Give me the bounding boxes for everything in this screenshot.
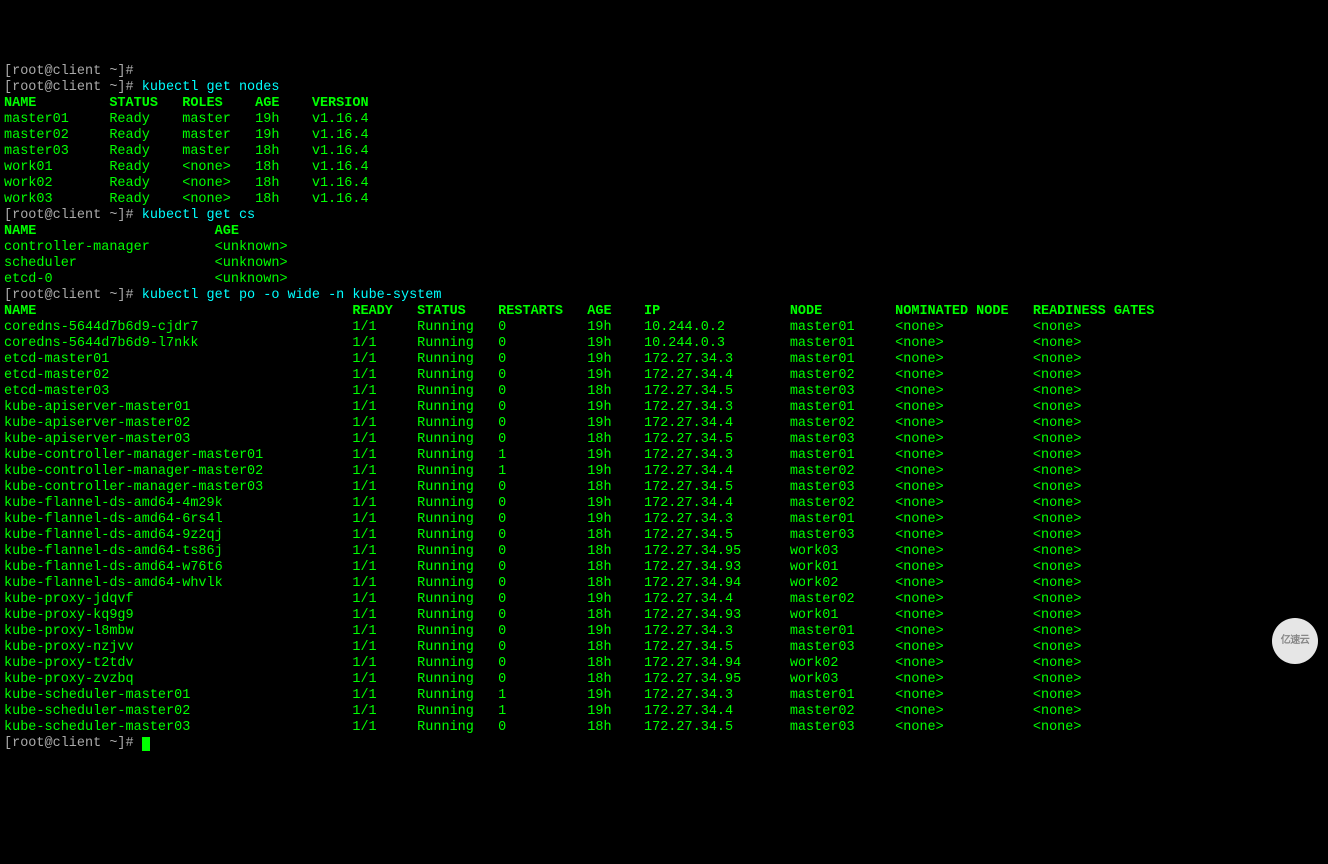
node-row: work02 Ready <none> 18h v1.16.4 <box>4 176 369 191</box>
node-row: master03 Ready master 18h v1.16.4 <box>4 144 369 159</box>
prompt: [root@client ~]# <box>4 736 142 751</box>
pod-row: etcd-master03 1/1 Running 0 18h 172.27.3… <box>4 384 1081 399</box>
pod-row: kube-scheduler-master02 1/1 Running 1 19… <box>4 704 1081 719</box>
terminal-output[interactable]: [root@client ~]# [root@client ~]# kubect… <box>4 64 1324 752</box>
pod-row: kube-proxy-kq9g9 1/1 Running 0 18h 172.2… <box>4 608 1081 623</box>
cs-header: NAME AGE <box>4 224 239 239</box>
pod-row: kube-apiserver-master03 1/1 Running 0 18… <box>4 432 1081 447</box>
pod-row: kube-proxy-l8mbw 1/1 Running 0 19h 172.2… <box>4 624 1081 639</box>
node-row: work01 Ready <none> 18h v1.16.4 <box>4 160 369 175</box>
pod-row: etcd-master01 1/1 Running 0 19h 172.27.3… <box>4 352 1081 367</box>
pod-row: coredns-5644d7b6d9-l7nkk 1/1 Running 0 1… <box>4 336 1081 351</box>
command-get-pods: kubectl get po -o wide -n kube-system <box>142 288 442 303</box>
cursor <box>142 737 150 751</box>
node-row: work03 Ready <none> 18h v1.16.4 <box>4 192 369 207</box>
pod-row: kube-flannel-ds-amd64-6rs4l 1/1 Running … <box>4 512 1081 527</box>
command-get-cs: kubectl get cs <box>142 208 255 223</box>
pod-row: kube-controller-manager-master02 1/1 Run… <box>4 464 1081 479</box>
node-row: master02 Ready master 19h v1.16.4 <box>4 128 369 143</box>
command-get-nodes: kubectl get nodes <box>142 80 280 95</box>
pod-row: kube-flannel-ds-amd64-whvlk 1/1 Running … <box>4 576 1081 591</box>
pod-row: kube-flannel-ds-amd64-ts86j 1/1 Running … <box>4 544 1081 559</box>
prompt-line: [root@client ~]# <box>4 64 142 79</box>
pod-row: kube-scheduler-master01 1/1 Running 1 19… <box>4 688 1081 703</box>
pod-row: kube-apiserver-master02 1/1 Running 0 19… <box>4 416 1081 431</box>
prompt: [root@client ~]# <box>4 80 142 95</box>
pod-row: kube-controller-manager-master01 1/1 Run… <box>4 448 1081 463</box>
cs-row: scheduler <unknown> <box>4 256 288 271</box>
pod-row: etcd-master02 1/1 Running 0 19h 172.27.3… <box>4 368 1081 383</box>
pod-row: kube-proxy-zvzbq 1/1 Running 0 18h 172.2… <box>4 672 1081 687</box>
nodes-header: NAME STATUS ROLES AGE VERSION <box>4 96 369 111</box>
pod-row: kube-flannel-ds-amd64-4m29k 1/1 Running … <box>4 496 1081 511</box>
pod-row: coredns-5644d7b6d9-cjdr7 1/1 Running 0 1… <box>4 320 1081 335</box>
pods-header: NAME READY STATUS RESTARTS AGE IP NODE N… <box>4 304 1154 319</box>
pod-row: kube-proxy-nzjvv 1/1 Running 0 18h 172.2… <box>4 640 1081 655</box>
cs-row: etcd-0 <unknown> <box>4 272 288 287</box>
watermark-logo: 亿速云 <box>1272 618 1318 664</box>
prompt: [root@client ~]# <box>4 288 142 303</box>
pod-row: kube-scheduler-master03 1/1 Running 0 18… <box>4 720 1081 735</box>
pod-row: kube-apiserver-master01 1/1 Running 0 19… <box>4 400 1081 415</box>
node-row: master01 Ready master 19h v1.16.4 <box>4 112 369 127</box>
pod-row: kube-proxy-jdqvf 1/1 Running 0 19h 172.2… <box>4 592 1081 607</box>
cs-row: controller-manager <unknown> <box>4 240 288 255</box>
pod-row: kube-flannel-ds-amd64-9z2qj 1/1 Running … <box>4 528 1081 543</box>
prompt: [root@client ~]# <box>4 208 142 223</box>
pod-row: kube-flannel-ds-amd64-w76t6 1/1 Running … <box>4 560 1081 575</box>
pod-row: kube-controller-manager-master03 1/1 Run… <box>4 480 1081 495</box>
